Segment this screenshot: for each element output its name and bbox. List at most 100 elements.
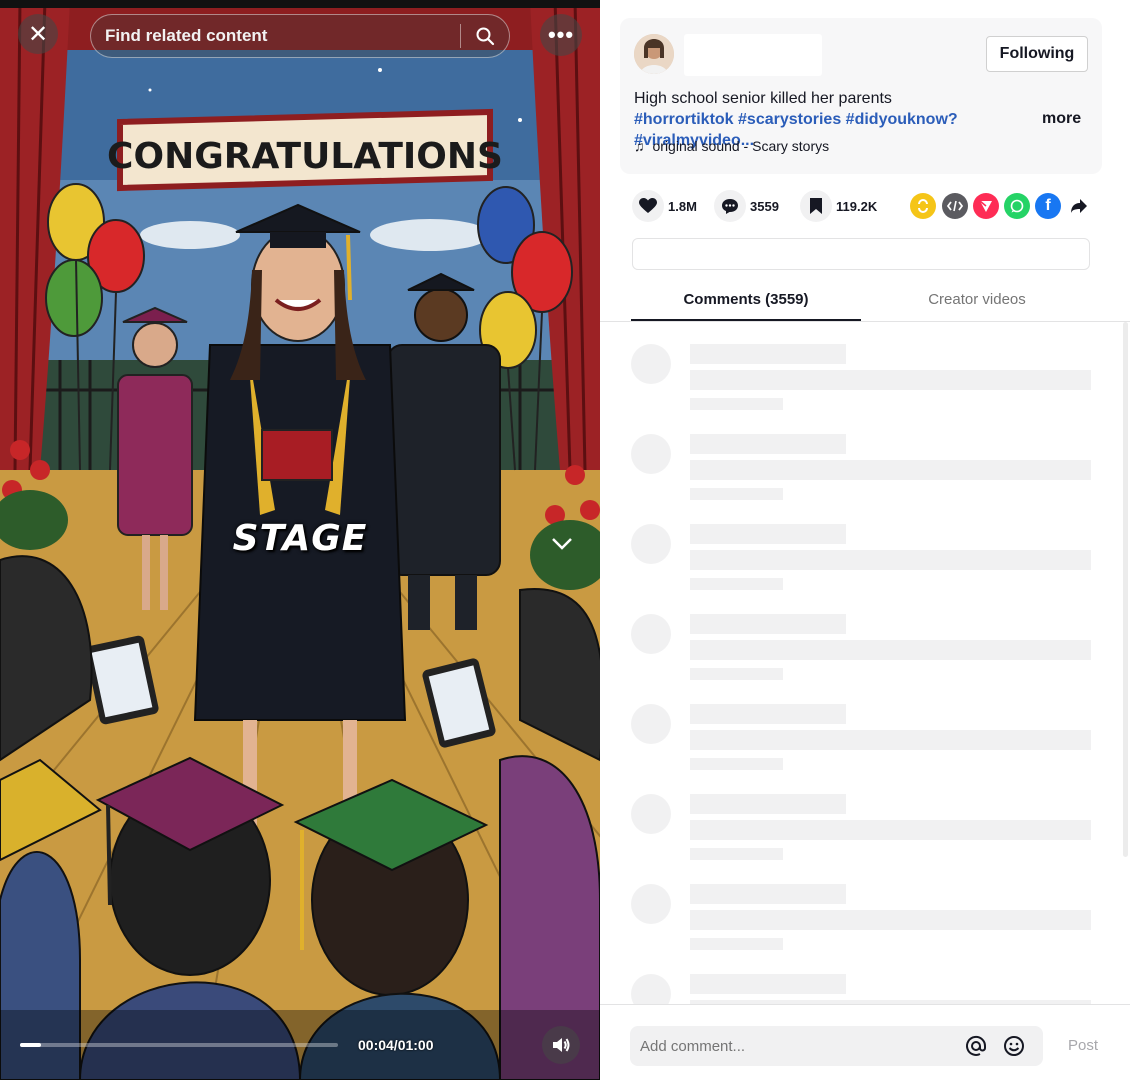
action-bar: 1.8M 3559 119.2K f bbox=[632, 188, 1102, 224]
skeleton-placeholder bbox=[690, 524, 846, 544]
skeleton-placeholder bbox=[690, 614, 846, 634]
facebook-icon: f bbox=[1045, 197, 1051, 214]
tiktok-video-viewer: CONGRATULATIONS ✕ Find related content •… bbox=[0, 0, 1130, 1080]
skeleton-placeholder bbox=[690, 344, 846, 364]
emoji-icon[interactable] bbox=[1002, 1034, 1026, 1058]
comment-button[interactable]: 3559 bbox=[714, 188, 779, 224]
whatsapp-icon bbox=[1010, 199, 1024, 213]
post-info-card: Following High school senior killed her … bbox=[620, 18, 1102, 174]
skeleton-placeholder bbox=[690, 730, 1091, 750]
skeleton-placeholder bbox=[631, 884, 671, 924]
share-arrow-icon bbox=[1071, 199, 1087, 213]
following-button[interactable]: Following bbox=[986, 36, 1088, 72]
tab-creator-videos[interactable]: Creator videos bbox=[862, 280, 1092, 320]
skeleton-placeholder bbox=[690, 704, 846, 724]
like-count: 1.8M bbox=[668, 198, 697, 214]
video-caption: STAGE bbox=[232, 518, 368, 559]
copy-link-box[interactable] bbox=[632, 238, 1090, 270]
comment-skeleton bbox=[600, 412, 1130, 502]
video-progress-fill bbox=[20, 1043, 42, 1047]
search-icon bbox=[476, 27, 495, 46]
skeleton-placeholder bbox=[690, 668, 783, 680]
comment-footer: Post bbox=[600, 1004, 1130, 1080]
comment-skeleton bbox=[600, 322, 1130, 412]
hashtag[interactable]: #didyouknow? bbox=[846, 111, 958, 128]
post-comment-button[interactable]: Post bbox=[1068, 1037, 1098, 1054]
skeleton-placeholder bbox=[631, 974, 671, 1004]
comment-skeleton bbox=[600, 772, 1130, 862]
side-panel: Following High school senior killed her … bbox=[600, 0, 1130, 1080]
comment-input-box[interactable] bbox=[630, 1026, 1043, 1066]
share-more-button[interactable] bbox=[1066, 193, 1092, 219]
more-link[interactable]: more bbox=[1042, 110, 1081, 128]
comment-skeleton bbox=[600, 592, 1130, 682]
video-player[interactable]: CONGRATULATIONS ✕ Find related content •… bbox=[0, 0, 600, 1080]
embed-button[interactable] bbox=[942, 193, 968, 219]
comment-scrollbar[interactable] bbox=[1123, 322, 1128, 857]
skeleton-placeholder bbox=[631, 524, 671, 564]
tab-comments[interactable]: Comments (3559) bbox=[631, 280, 861, 321]
bookmark-icon bbox=[810, 198, 822, 214]
video-top-bar: ✕ ••• bbox=[0, 0, 600, 70]
skeleton-placeholder bbox=[690, 974, 846, 994]
hashtag[interactable]: #horrortiktok bbox=[634, 111, 734, 128]
whatsapp-share-button[interactable] bbox=[1004, 193, 1030, 219]
video-progress-bar[interactable] bbox=[20, 1043, 338, 1047]
mention-icon[interactable] bbox=[964, 1034, 988, 1058]
comment-tabs: Comments (3559) Creator videos bbox=[600, 280, 1130, 322]
skeleton-placeholder bbox=[690, 758, 783, 770]
music-note-icon: ♫ bbox=[634, 138, 645, 154]
music-link[interactable]: ♫ original sound - Scary storys bbox=[634, 138, 829, 154]
more-options-icon: ••• bbox=[547, 22, 575, 47]
more-options-button[interactable]: ••• bbox=[540, 14, 582, 56]
banner-text: CONGRATULATIONS bbox=[107, 136, 503, 177]
skeleton-placeholder bbox=[631, 434, 671, 474]
skeleton-placeholder bbox=[690, 370, 1091, 390]
skeleton-placeholder bbox=[631, 344, 671, 384]
description-text: High school senior killed her parents bbox=[634, 90, 892, 107]
heart-icon bbox=[639, 198, 657, 213]
close-button[interactable]: ✕ bbox=[18, 14, 58, 54]
avatar[interactable] bbox=[634, 34, 674, 74]
skeleton-placeholder bbox=[690, 640, 1091, 660]
skeleton-placeholder bbox=[690, 434, 846, 454]
skeleton-placeholder bbox=[690, 550, 1091, 570]
save-count: 119.2K bbox=[836, 198, 878, 214]
volume-icon bbox=[553, 1038, 570, 1052]
comment-input[interactable] bbox=[640, 1026, 950, 1066]
save-button[interactable]: 119.2K bbox=[800, 188, 877, 224]
avatar-image bbox=[634, 34, 674, 74]
skeleton-placeholder bbox=[690, 938, 783, 950]
skeleton-placeholder bbox=[631, 614, 671, 654]
search-button[interactable] bbox=[461, 14, 509, 58]
next-video-button[interactable] bbox=[546, 528, 578, 560]
skeleton-placeholder bbox=[631, 704, 671, 744]
repost-icon bbox=[918, 199, 928, 213]
search-input[interactable] bbox=[91, 26, 460, 46]
comment-list-loading[interactable] bbox=[600, 322, 1130, 1004]
hashtag[interactable]: #scarystories bbox=[738, 111, 841, 128]
embed-icon bbox=[947, 200, 963, 212]
skeleton-placeholder bbox=[690, 910, 1091, 930]
comment-skeleton bbox=[600, 682, 1130, 772]
chevron-down-icon bbox=[552, 538, 572, 550]
skeleton-placeholder bbox=[690, 488, 783, 500]
skeleton-placeholder bbox=[690, 578, 783, 590]
skeleton-placeholder bbox=[690, 820, 1091, 840]
skeleton-placeholder bbox=[690, 794, 846, 814]
related-content-search[interactable] bbox=[90, 14, 510, 58]
skeleton-placeholder bbox=[690, 848, 783, 860]
facebook-share-button[interactable]: f bbox=[1035, 193, 1061, 219]
send-icon bbox=[979, 200, 992, 212]
music-title: original sound - Scary storys bbox=[652, 138, 830, 154]
repost-button[interactable] bbox=[910, 193, 936, 219]
comment-skeleton bbox=[600, 952, 1130, 1004]
skeleton-placeholder bbox=[690, 398, 783, 410]
skeleton-placeholder bbox=[690, 460, 1091, 480]
skeleton-placeholder bbox=[690, 884, 846, 904]
volume-button[interactable] bbox=[542, 1026, 580, 1064]
comment-count: 3559 bbox=[750, 198, 779, 214]
like-button[interactable]: 1.8M bbox=[632, 188, 697, 224]
author-name-redacted[interactable] bbox=[684, 34, 822, 76]
send-to-friends-button[interactable] bbox=[973, 193, 999, 219]
